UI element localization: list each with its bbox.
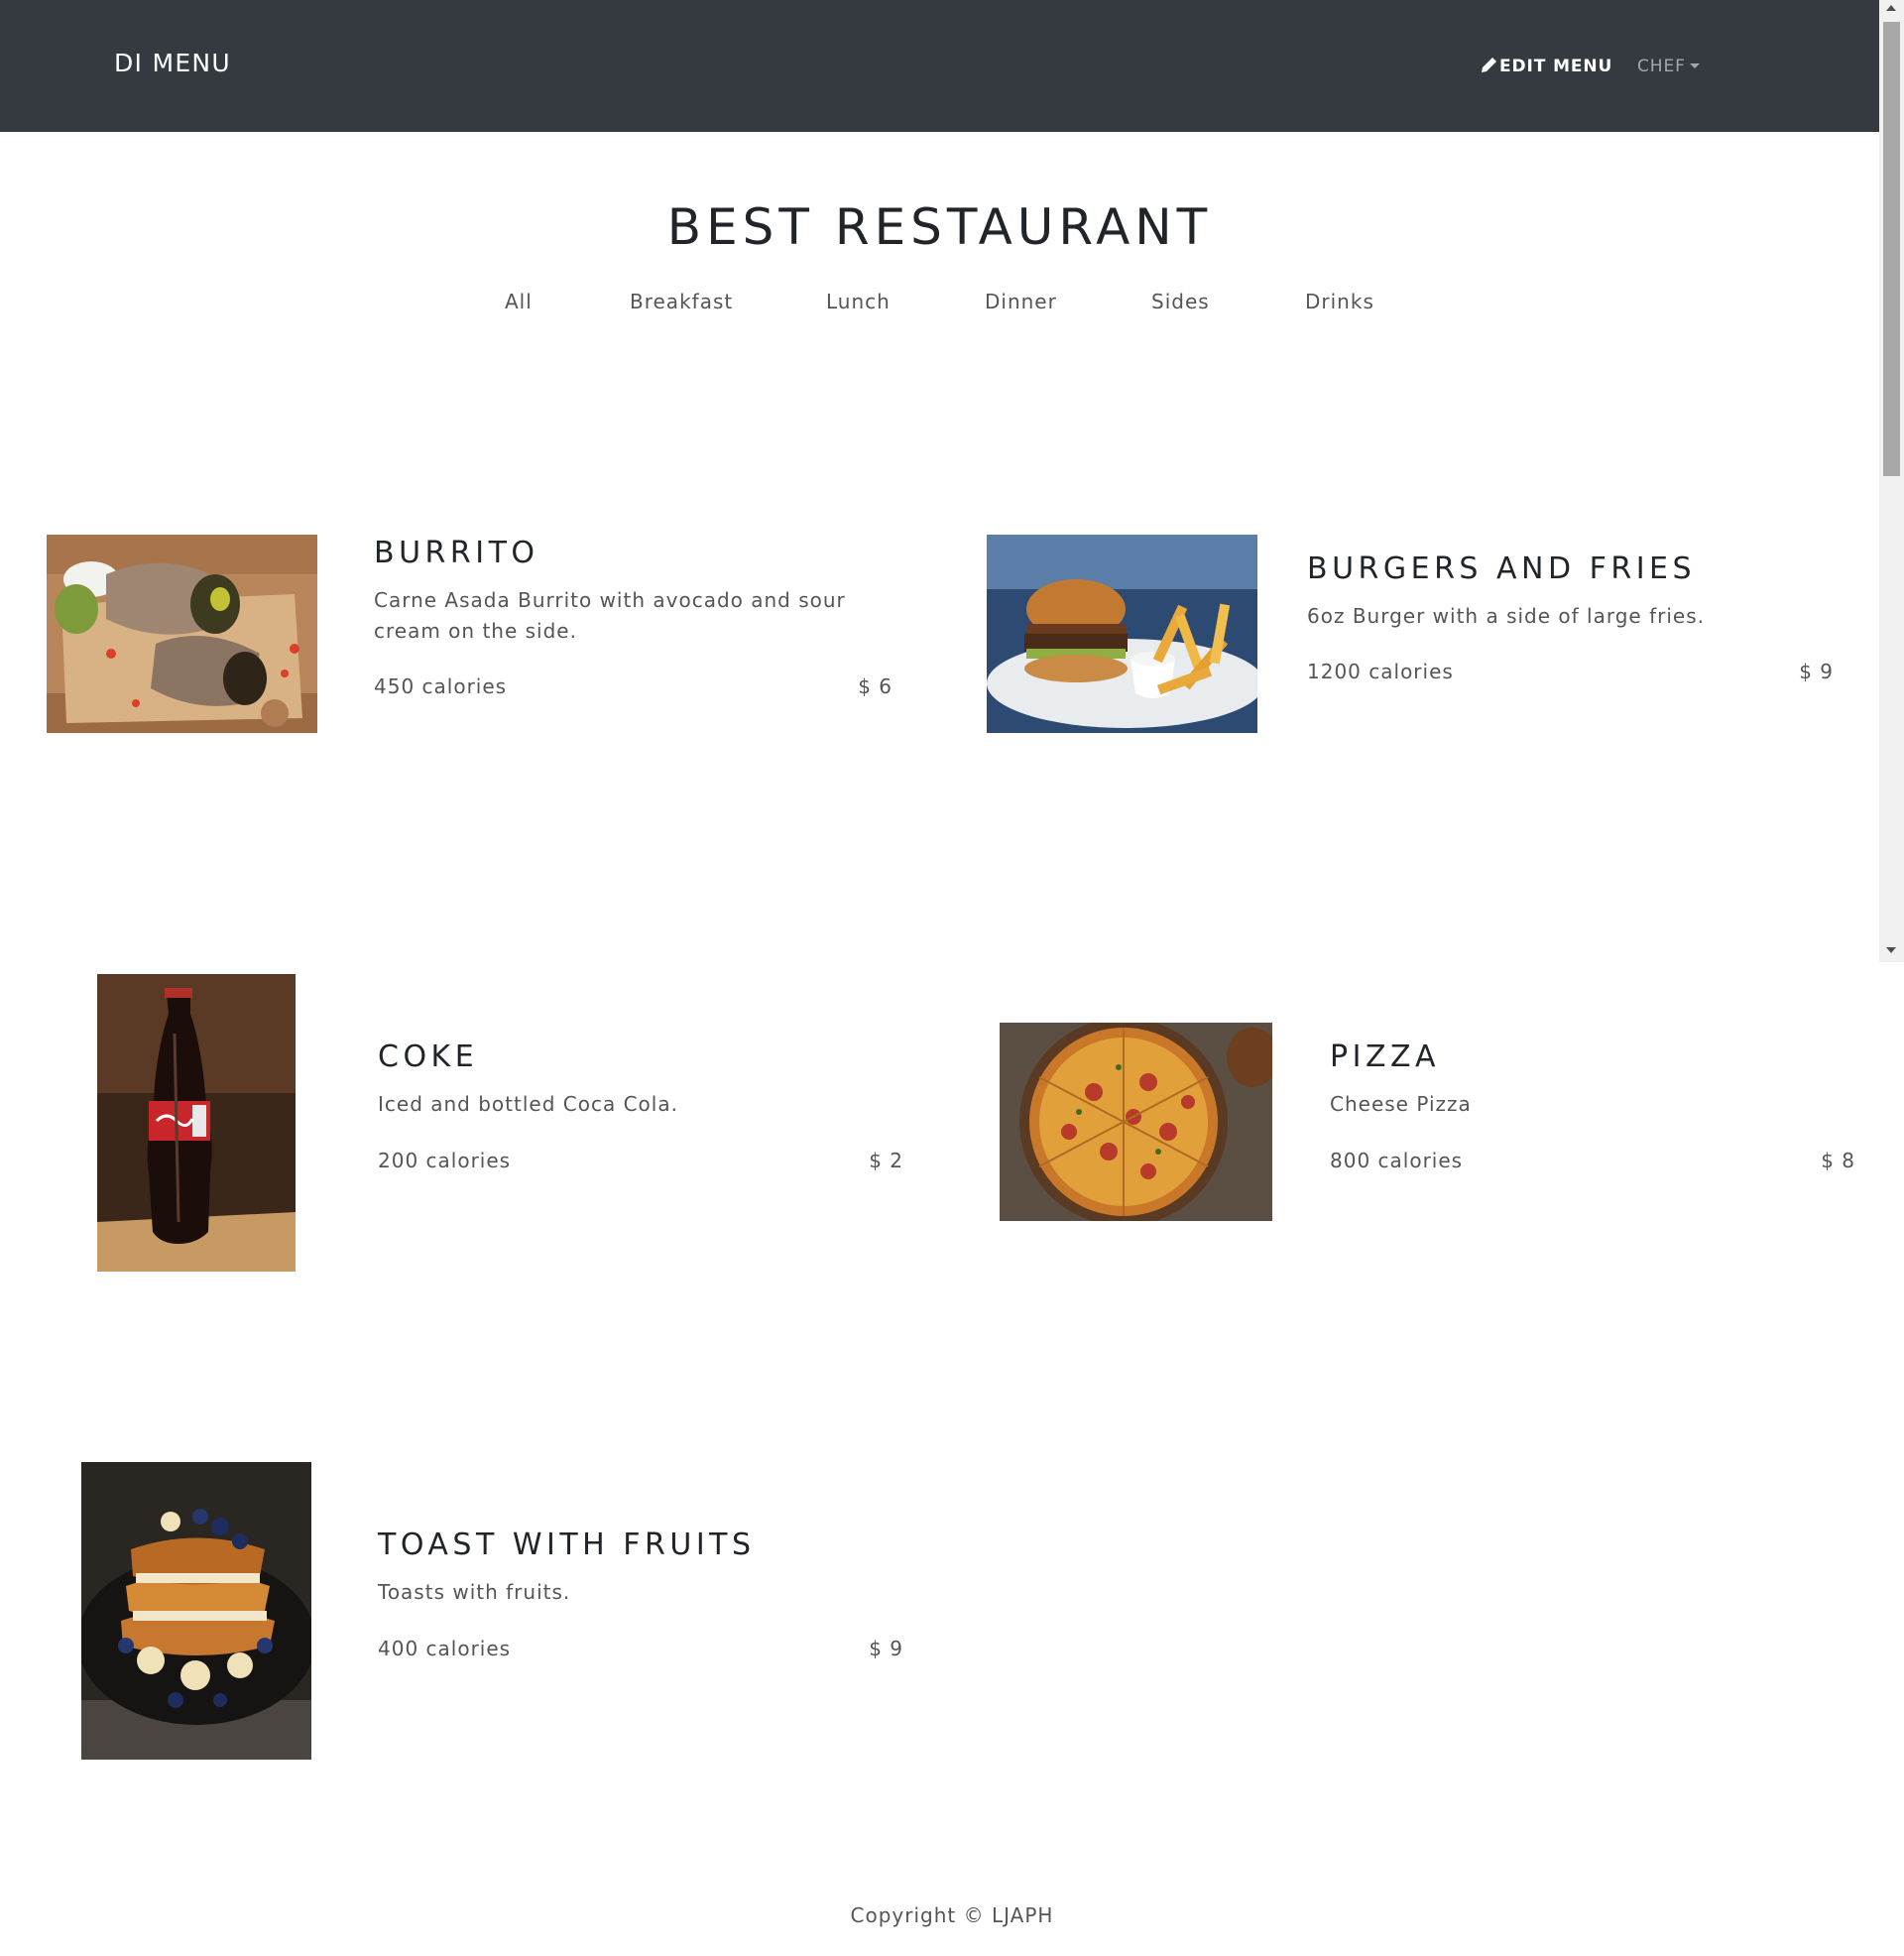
item-price: $ 6: [858, 674, 892, 698]
toast-image: [81, 1462, 311, 1760]
scrollbar-thumb[interactable]: [1883, 22, 1900, 476]
item-title: BURRITO: [374, 536, 539, 570]
item-description: Iced and bottled Coca Cola.: [378, 1092, 678, 1116]
burrito-image: [47, 535, 317, 733]
edit-menu-label: EDIT MENU: [1499, 57, 1613, 76]
item-price: $ 9: [869, 1637, 903, 1660]
item-title: BURGERS AND FRIES: [1307, 551, 1697, 586]
item-calories: 400 calories: [378, 1637, 512, 1660]
burger-image: [987, 535, 1257, 733]
item-description: Carne Asada Burrito with avocado and sou…: [374, 588, 846, 643]
item-description: Cheese Pizza: [1330, 1092, 1472, 1116]
scroll-down-arrow-icon[interactable]: [1886, 947, 1896, 953]
category-filters: All Breakfast Lunch Dinner Sides Drinks: [0, 290, 1879, 319]
pizza-image: [1000, 1023, 1272, 1221]
chef-label: CHEF: [1637, 57, 1686, 76]
coke-image: [97, 974, 296, 1272]
item-title: PIZZA: [1330, 1039, 1441, 1074]
vertical-scrollbar[interactable]: [1879, 0, 1904, 962]
filter-breakfast[interactable]: Breakfast: [630, 290, 733, 313]
filter-drinks[interactable]: Drinks: [1305, 290, 1374, 313]
footer-copyright: Copyright © LJAPH: [850, 1903, 1054, 1927]
caret-down-icon: [1689, 63, 1700, 68]
item-calories: 200 calories: [378, 1149, 512, 1172]
filter-sides[interactable]: Sides: [1151, 290, 1210, 313]
filter-all[interactable]: All: [505, 290, 533, 313]
item-description: Toasts with fruits.: [378, 1580, 571, 1604]
filter-dinner[interactable]: Dinner: [985, 290, 1057, 313]
brand-logo[interactable]: DI MENU: [114, 49, 231, 77]
item-title: TOAST WITH FRUITS: [378, 1528, 756, 1562]
item-price: $ 8: [1821, 1149, 1855, 1172]
chef-dropdown[interactable]: CHEF: [1637, 57, 1700, 76]
page-title: BEST RESTAURANT: [666, 198, 1213, 256]
item-calories: 450 calories: [374, 674, 508, 698]
item-description: 6oz Burger with a side of large fries.: [1307, 604, 1705, 628]
item-calories: 800 calories: [1330, 1149, 1464, 1172]
item-price: $ 2: [869, 1149, 903, 1172]
item-calories: 1200 calories: [1307, 660, 1454, 683]
item-title: COKE: [378, 1039, 479, 1074]
scroll-up-arrow-icon[interactable]: [1886, 5, 1896, 11]
item-price: $ 9: [1799, 660, 1834, 683]
filter-lunch[interactable]: Lunch: [826, 290, 891, 313]
pen-icon: [1480, 56, 1499, 73]
navbar: DI MENU EDIT MENU CHEF: [0, 0, 1879, 132]
edit-menu-link[interactable]: EDIT MENU: [1480, 56, 1612, 76]
